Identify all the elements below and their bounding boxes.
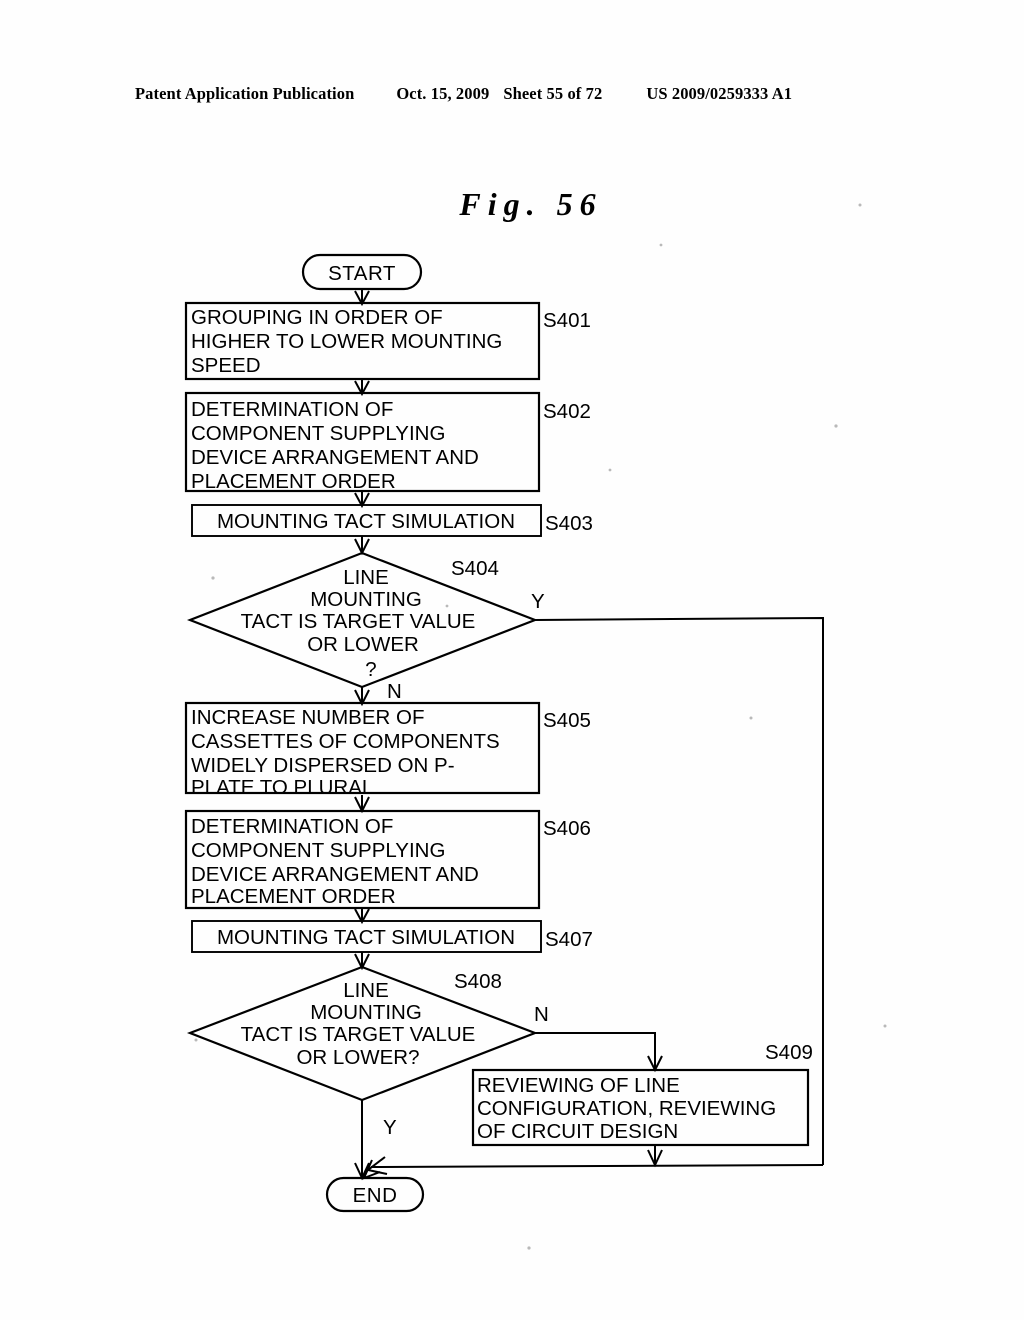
s409-line-0: REVIEWING OF LINE — [477, 1074, 680, 1097]
flow-node-s409: REVIEWING OF LINE CONFIGURATION, REVIEWI… — [471, 1041, 813, 1147]
s407-step-label: S407 — [545, 928, 593, 951]
s404-line-1: MOUNTING — [310, 588, 422, 611]
s409-step-label: S409 — [765, 1041, 813, 1064]
s401-line-0: GROUPING IN ORDER OF — [191, 306, 443, 329]
flow-node-s407: MOUNTING TACT SIMULATION S407 — [191, 920, 593, 953]
s409-line-1: CONFIGURATION, REVIEWING — [477, 1097, 776, 1120]
connector-s406-to-s407 — [354, 908, 370, 925]
s407-line-0: MOUNTING TACT SIMULATION — [217, 926, 515, 949]
s408-yes-label: Y — [383, 1116, 397, 1139]
s408-no-label: N — [534, 1003, 549, 1026]
connector-s403-to-s404 — [354, 536, 370, 556]
s405-line-2: WIDELY DISPERSED ON P- — [191, 754, 455, 777]
flow-node-s403: MOUNTING TACT SIMULATION S403 — [191, 504, 593, 537]
s405-step-label: S405 — [543, 709, 591, 732]
flow-node-s402: DETERMINATION OF COMPONENT SUPPLYING DEV… — [184, 391, 591, 493]
s406-line-3: PLACEMENT ORDER — [191, 885, 396, 908]
connector-start-to-s401 — [354, 289, 370, 307]
s406-step-label: S406 — [543, 817, 591, 840]
flow-node-start: START — [301, 253, 423, 291]
s404-line-0: LINE — [343, 566, 389, 589]
s406-line-2: DEVICE ARRANGEMENT AND — [191, 863, 479, 886]
connector-s402-to-s403 — [354, 491, 370, 509]
s404-line-2: TACT IS TARGET VALUE — [241, 610, 476, 633]
connector-s407-to-s408 — [354, 952, 370, 971]
start-terminator-label: START — [328, 262, 396, 285]
connector-s401-to-s402 — [354, 379, 370, 397]
s404-no-label: N — [387, 680, 402, 703]
s402-line-1: COMPONENT SUPPLYING — [191, 422, 445, 445]
end-terminator-label: END — [353, 1184, 398, 1207]
s404-yes-label: Y — [531, 590, 545, 613]
s408-line-3: OR LOWER? — [296, 1046, 419, 1069]
s406-line-1: COMPONENT SUPPLYING — [191, 839, 445, 862]
s406-line-0: DETERMINATION OF — [191, 815, 393, 838]
s402-line-0: DETERMINATION OF — [191, 398, 393, 421]
s405-line-0: INCREASE NUMBER OF — [191, 706, 425, 729]
s404-step-label: S404 — [451, 557, 499, 580]
s403-line-0: MOUNTING TACT SIMULATION — [217, 510, 515, 533]
connector-return-rail-to-end — [365, 1156, 824, 1175]
s401-line-1: HIGHER TO LOWER MOUNTING — [191, 330, 502, 353]
patent-page: Patent Application Publication Oct. 15, … — [0, 0, 1024, 1320]
s409-line-2: OF CIRCUIT DESIGN — [477, 1120, 678, 1143]
flow-node-s401: GROUPING IN ORDER OF HIGHER TO LOWER MOU… — [184, 301, 591, 381]
s404-line-3: OR LOWER — [307, 633, 419, 656]
flow-node-s404: LINE MOUNTING TACT IS TARGET VALUE OR LO… — [186, 551, 545, 703]
s403-step-label: S403 — [545, 512, 593, 535]
s408-line-0: LINE — [343, 979, 389, 1002]
s401-step-label: S401 — [543, 309, 591, 332]
flow-node-end: END — [325, 1176, 425, 1213]
s402-line-3: PLACEMENT ORDER — [191, 470, 396, 493]
s405-line-1: CASSETTES OF COMPONENTS — [191, 730, 500, 753]
s408-line-2: TACT IS TARGET VALUE — [241, 1023, 476, 1046]
flowchart-diagram: START GROUPING IN ORDER OF HIGHER TO LOW… — [184, 203, 887, 1250]
flow-node-s406: DETERMINATION OF COMPONENT SUPPLYING DEV… — [184, 809, 591, 910]
s405-line-3: PLATE TO PLURAL — [191, 776, 373, 799]
connector-s408-no-to-s409 — [535, 1032, 663, 1073]
flow-node-s405: INCREASE NUMBER OF CASSETTES OF COMPONEN… — [184, 701, 591, 799]
s408-line-1: MOUNTING — [310, 1001, 422, 1024]
s408-step-label: S408 — [454, 970, 502, 993]
connector-s404-no-to-s405 — [354, 687, 370, 707]
s402-line-2: DEVICE ARRANGEMENT AND — [191, 446, 479, 469]
s401-line-2: SPEED — [191, 354, 261, 377]
s404-line-4: ? — [365, 658, 376, 681]
connector-s409-to-return-rail — [647, 1145, 663, 1168]
s402-step-label: S402 — [543, 400, 591, 423]
